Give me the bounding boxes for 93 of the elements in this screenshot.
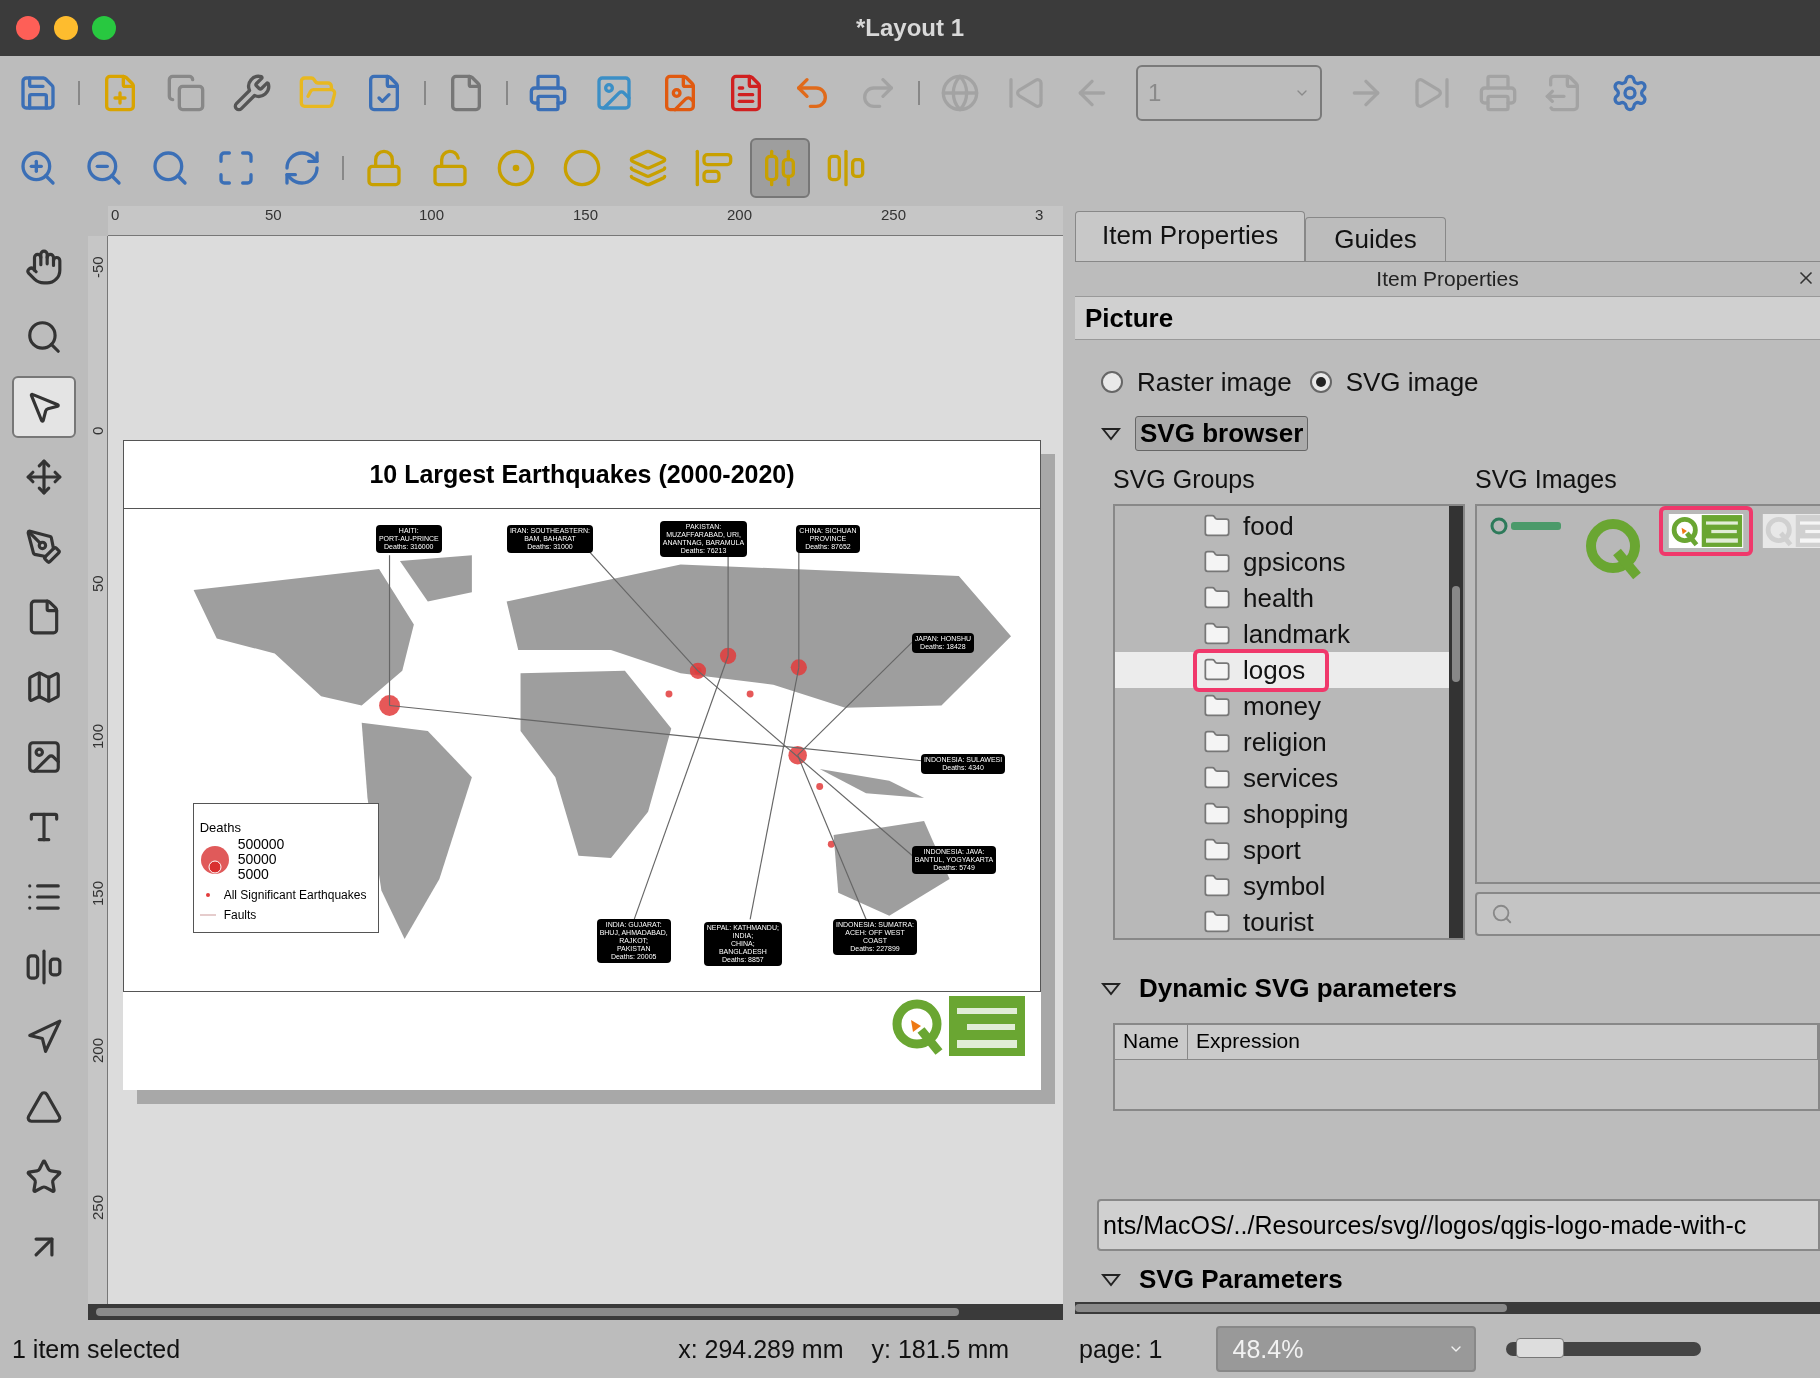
group-row[interactable]: money [1115,688,1449,724]
panel-tab[interactable]: Item Properties [1075,211,1306,261]
scrollbar-thumb[interactable] [1452,586,1460,682]
ruler-label: 50 [265,206,282,223]
ruler-label: 150 [89,880,106,906]
zoom-in-icon [18,148,58,188]
ruler-label: 150 [573,206,599,223]
maximize-icon[interactable] [92,16,116,40]
y-coordinate: y: 181.5 mm [871,1334,1010,1364]
search-icon [1491,903,1513,925]
ruler-label: 100 [89,723,106,749]
pointer-button[interactable] [12,376,76,438]
group-row[interactable]: shopping [1115,796,1449,832]
ruler-label: -50 [89,256,106,278]
path-field[interactable]: nts/MacOS/../Resources/svg//logos/qgis-logo-made-with-c [1097,1199,1820,1251]
zoom-full-icon [216,148,256,188]
panel-header: Item Properties [1376,267,1519,291]
group-row[interactable]: landmark [1115,616,1449,652]
distribute-button[interactable] [750,138,810,198]
legend-value: 5000 [237,867,270,882]
zoom-icon [25,318,63,356]
ruler-label: 50 [89,575,106,592]
zoom-out-icon [84,148,124,188]
status-message: 1 item selected [12,1334,181,1364]
edit-nodes-icon [25,528,63,566]
ruler-label: 250 [881,206,907,223]
list-label: SVG Groups [1113,465,1256,494]
close-icon[interactable] [16,16,40,40]
group-row[interactable]: health [1115,580,1449,616]
add-north-arrow-icon [25,1018,63,1056]
group-row[interactable]: sport [1115,832,1449,868]
column-header[interactable]: Expression [1188,1025,1818,1059]
line-icon [199,912,216,918]
ruler-label: 0 [111,206,120,223]
add-marker-icon [25,1158,63,1196]
map-title: 10 Largest Earthquakes (2000-2020) [369,460,795,489]
panel-tab[interactable]: Guides [1305,217,1446,261]
group-row[interactable]: symbol [1115,868,1449,904]
refresh-icon [282,148,322,188]
radio-icon[interactable] [1101,371,1123,393]
ruler-label: 200 [727,206,753,223]
align-icon [694,148,734,188]
list-label: SVG Images [1475,465,1618,494]
add-picture-icon [25,738,63,776]
move-content-icon [25,458,63,496]
slider-thumb[interactable] [1516,1338,1565,1358]
add-shape-icon [25,1088,63,1126]
group-row[interactable]: services [1115,760,1449,796]
scrollbar-thumb[interactable] [96,1308,960,1316]
group-row[interactable]: food [1115,508,1449,544]
print-atlas-icon [1478,73,1518,113]
minimize-icon[interactable] [54,16,78,40]
image-type-radio[interactable]: Raster image [1101,366,1292,398]
legend-value: 50000 [237,852,278,867]
group-title[interactable]: SVG Parameters [1135,1263,1347,1296]
faded-logo-thumbnail [1761,514,1820,548]
zoom-actual-icon [150,148,190,188]
legend-label: All Significant Earthquakes [223,888,367,902]
dot-icon [205,893,210,897]
group-row[interactable]: religion [1115,724,1449,760]
collapse-icon[interactable] [1101,1271,1121,1288]
legend-title: Deaths [199,820,242,835]
group-title[interactable]: SVG browser [1135,416,1309,451]
print-icon [528,73,568,113]
pan-icon [25,248,63,286]
section-title: Picture [1085,302,1174,334]
lock-icon [364,148,404,188]
ruler-label: 3 [1035,206,1044,223]
x-coordinate: x: 294.289 mm [678,1334,844,1364]
image-type-radio[interactable]: SVG image [1309,366,1479,398]
collapse-icon[interactable] [1101,425,1121,442]
save-icon [18,73,58,113]
scrollbar-thumb[interactable] [1075,1304,1508,1312]
legend-label: Faults [223,908,257,922]
ruler-label: 250 [89,1194,106,1220]
collapse-icon[interactable] [1101,980,1121,997]
group-row[interactable]: gpsicons [1115,544,1449,580]
layout-manager-icon [232,73,272,113]
search-field[interactable] [1475,892,1820,936]
page-number: page: 1 [1079,1334,1163,1364]
radio-icon[interactable] [1309,371,1332,393]
export-image-icon [594,73,634,113]
column-header[interactable]: Name [1115,1025,1189,1059]
settings-icon [1610,73,1650,113]
legend-value: 500000 [237,837,285,852]
group-title[interactable]: Dynamic SVG parameters [1135,972,1461,1005]
ruler-label: 200 [89,1037,106,1063]
unlock-icon [430,148,470,188]
duplicate-icon [166,73,206,113]
group-row[interactable]: tourist [1115,904,1449,938]
ruler-label: 100 [419,206,445,223]
ruler-label: 0 [89,426,106,435]
window-title: *Layout 1 [856,14,964,41]
